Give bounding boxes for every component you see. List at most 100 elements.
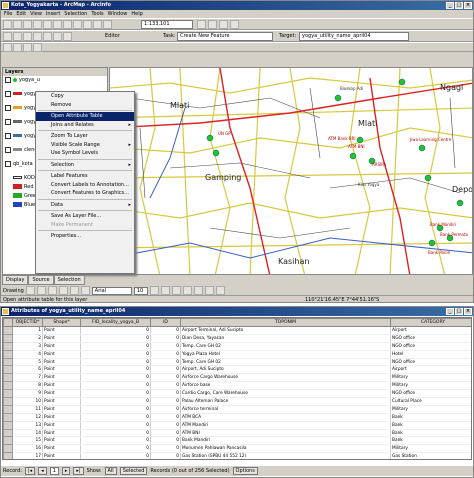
menu-item-convert-features[interactable]: Convert Features to Graphics...	[36, 189, 134, 198]
table-cell[interactable]: 16	[12, 444, 43, 454]
close-button[interactable]: ×	[464, 308, 472, 315]
sketch-tool-icon[interactable]	[3, 42, 12, 52]
column-header[interactable]: OBJECTID*	[12, 318, 43, 327]
minimize-button[interactable]: _	[446, 308, 454, 315]
table-cell[interactable]: 0	[80, 389, 151, 399]
table-cell[interactable]: 17	[12, 452, 43, 459]
column-header[interactable]: Shape*	[42, 318, 81, 327]
table-row[interactable]: 11 Point 0 0 Airforce terminal Military	[3, 404, 471, 414]
map-canvas[interactable]: Mlati Mlati Gamping Kasihan Ngagl Depok …	[110, 68, 473, 275]
drawing-menu[interactable]: Drawing	[3, 288, 24, 294]
splined-text-icon[interactable]	[80, 286, 90, 295]
font-dropdown[interactable]: Arial	[91, 286, 132, 295]
menu-insert[interactable]: Insert	[46, 10, 60, 18]
layer-checkbox[interactable]	[5, 133, 11, 139]
poi-marker[interactable]	[398, 78, 406, 86]
map-scale-combo[interactable]: 1:133,101	[141, 20, 193, 29]
last-record-button[interactable]: ▸|	[73, 467, 84, 475]
open-icon[interactable]	[13, 19, 22, 29]
table-cell[interactable]: 1	[12, 326, 43, 335]
column-header[interactable]: TOPONIM	[180, 318, 391, 327]
table-cell[interactable]: Point	[42, 334, 81, 343]
table-cell[interactable]: Hotel	[390, 350, 471, 359]
row-selector[interactable]	[3, 420, 13, 430]
help-icon[interactable]	[230, 20, 239, 29]
layer-checkbox[interactable]	[5, 119, 11, 125]
table-cell[interactable]: Point	[42, 326, 81, 335]
table-cell[interactable]: Point	[42, 350, 81, 359]
table-cell[interactable]: 0	[80, 436, 151, 446]
table-cell[interactable]: NGO office	[390, 389, 471, 399]
table-cell[interactable]: NGO office	[390, 334, 471, 343]
table-cell[interactable]: Military	[390, 405, 471, 414]
row-selector[interactable]	[3, 333, 13, 343]
row-selector[interactable]	[3, 444, 13, 454]
select-elements-icon[interactable]	[25, 286, 35, 295]
table-cell[interactable]: 0	[80, 342, 151, 351]
measure-icon[interactable]	[63, 31, 72, 41]
table-row[interactable]: 10 Point 0 0 Palau Alteman Palace Cultural Pl…	[3, 397, 471, 406]
full-extent-icon[interactable]	[33, 31, 42, 41]
editor-menu[interactable]: Editor	[105, 32, 120, 41]
poi-marker[interactable]	[334, 94, 342, 102]
row-selector[interactable]	[3, 349, 13, 359]
cut-icon[interactable]	[43, 19, 52, 29]
table-cell[interactable]: Point	[42, 444, 81, 454]
editor-toolbar-icon[interactable]	[197, 20, 206, 29]
target-dropdown[interactable]: yogya_utility_name_april04	[299, 32, 409, 41]
menu-item-zoom-to-layer[interactable]: Zoom To Layer	[36, 132, 134, 141]
table-cell[interactable]: 7	[12, 373, 43, 383]
menu-item-convert-labels[interactable]: Convert Labels to Annotation...	[36, 181, 134, 190]
copy-icon[interactable]	[53, 19, 62, 29]
poi-marker[interactable]	[349, 152, 357, 160]
menu-selection[interactable]: Selection	[64, 10, 87, 18]
menu-item-visible-scale-range[interactable]: Visible Scale Range ▸	[36, 141, 134, 150]
table-row[interactable]: 8 Point 0 0 Airforce base Military	[3, 381, 471, 391]
poi-marker[interactable]	[456, 199, 464, 207]
table-cell[interactable]: 0	[80, 405, 151, 414]
font-size-dropdown[interactable]: 10	[133, 286, 148, 295]
table-cell[interactable]: 0	[80, 334, 151, 343]
table-cell[interactable]: 0	[150, 421, 181, 430]
table-cell[interactable]: Airport, Adi Sucipto	[180, 365, 391, 375]
table-cell[interactable]: Airport	[390, 326, 471, 335]
save-icon[interactable]	[23, 19, 32, 29]
table-cell[interactable]: 0	[80, 397, 151, 406]
zoom-whole-page-icon[interactable]	[47, 286, 57, 295]
font-color-icon[interactable]	[182, 286, 192, 295]
identify-icon[interactable]	[53, 31, 62, 41]
menu-item-data[interactable]: Data ▸	[36, 201, 134, 210]
table-cell[interactable]: 0	[80, 413, 151, 422]
table-row[interactable]: 3 Point 0 0 Temp. Care GH 02 NGO office	[3, 341, 471, 351]
row-selector[interactable]	[3, 326, 13, 335]
print-icon[interactable]	[33, 19, 42, 29]
menu-item-remove[interactable]: Remove	[36, 101, 134, 110]
poi-marker[interactable]	[418, 144, 426, 152]
table-cell[interactable]: 6	[12, 365, 43, 375]
table-cell[interactable]: 0	[150, 350, 181, 359]
table-cell[interactable]: 0	[80, 326, 151, 335]
table-cell[interactable]: Point	[42, 405, 81, 414]
tab-display[interactable]: Display	[2, 275, 29, 285]
show-all-button[interactable]: All	[104, 467, 117, 475]
table-cell[interactable]: 0	[150, 365, 181, 375]
table-cell[interactable]: 2	[12, 334, 43, 343]
table-cell[interactable]: 0	[150, 342, 181, 351]
zoom-out-icon[interactable]	[13, 31, 22, 41]
table-cell[interactable]: 0	[80, 373, 151, 383]
row-selector[interactable]	[3, 404, 13, 414]
table-cell[interactable]: 3	[12, 342, 43, 351]
table-cell[interactable]: Temp. Care GH 02	[180, 358, 391, 367]
poi-marker[interactable]	[212, 149, 220, 157]
table-cell[interactable]: Dian Desa, Yayasan	[180, 334, 391, 343]
layer-checkbox[interactable]	[5, 91, 11, 97]
menu-edit[interactable]: Edit	[16, 10, 26, 18]
table-row[interactable]: 7 Point 0 0 Airforce Cargo Warehouse Military	[3, 373, 471, 383]
attributes-icon[interactable]	[23, 42, 32, 52]
record-number-input[interactable]: 1	[49, 467, 59, 475]
row-selector[interactable]	[3, 436, 13, 446]
table-cell[interactable]: Bank Mandiri	[180, 436, 391, 446]
new-document-icon[interactable]	[3, 19, 12, 29]
table-row[interactable]: 6 Point 0 0 Airport, Adi Sucipto Airport	[3, 365, 471, 375]
poi-marker[interactable]	[428, 239, 436, 247]
